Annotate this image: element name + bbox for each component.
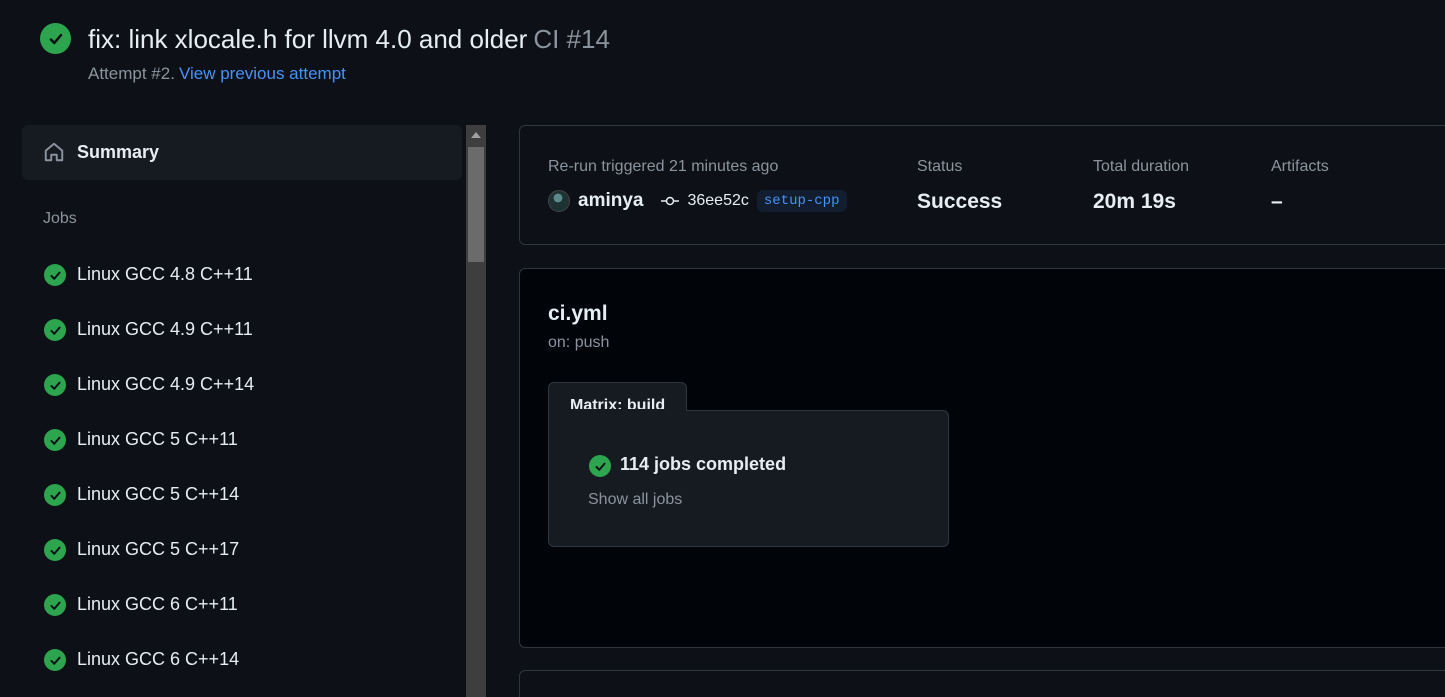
check-circle-icon [44, 264, 66, 286]
job-label: Linux GCC 4.9 C++14 [77, 374, 255, 394]
workflow-file-name[interactable]: ci.yml [548, 302, 608, 326]
jobs-heading: Jobs [43, 210, 77, 227]
check-circle-icon [44, 319, 66, 341]
job-item[interactable]: Linux GCC 5 C++17 [22, 527, 462, 571]
job-item[interactable]: Linux GCC 5 C++11 [22, 417, 462, 461]
sidebar: Summary Jobs Linux GCC 4.8 C++11 Linux G… [0, 125, 466, 697]
run-success-icon [40, 23, 71, 54]
job-item[interactable]: Linux GCC 6 C++14 [22, 637, 462, 681]
sidebar-scrollbar[interactable] [466, 125, 486, 697]
job-label: Linux GCC 4.9 C++11 [77, 319, 253, 339]
run-title: fix: link xlocale.h for llvm 4.0 and old… [88, 24, 528, 54]
check-circle-icon [44, 429, 66, 451]
status-label: Status [917, 158, 963, 175]
git-commit-icon [661, 195, 680, 207]
page-title: fix: link xlocale.h for llvm 4.0 and old… [88, 22, 610, 56]
jobs-completed-text: 114 jobs completed [620, 454, 787, 474]
duration-value: 20m 19s [1093, 190, 1176, 213]
duration-label: Total duration [1093, 158, 1190, 175]
job-item[interactable]: Linux GCC 4.8 C++11 [22, 252, 462, 296]
job-item[interactable]: Linux GCC 5 C++14 [22, 472, 462, 516]
check-circle-icon [44, 539, 66, 561]
job-label: Linux GCC 5 C++17 [77, 539, 240, 559]
job-label: Linux GCC 5 C++14 [77, 484, 240, 504]
workflow-run-number: CI #14 [533, 24, 610, 54]
job-label: Linux GCC 6 C++14 [77, 649, 240, 669]
scroll-up-arrow-icon[interactable] [466, 125, 486, 145]
sidebar-item-summary[interactable]: Summary [22, 125, 462, 180]
run-summary-card: Re-run triggered 21 minutes ago aminya 3… [519, 125, 1445, 245]
job-label: Linux GCC 4.8 C++11 [77, 264, 253, 284]
view-previous-attempt-link[interactable]: View previous attempt [179, 64, 346, 83]
next-card [519, 670, 1445, 697]
matrix-job-group[interactable]: 114 jobs completed Show all jobs [548, 409, 949, 547]
job-item[interactable]: Linux GCC 4.9 C++14 [22, 362, 462, 406]
actor-username[interactable]: aminya [578, 190, 643, 212]
check-circle-icon [44, 484, 66, 506]
avatar[interactable] [548, 190, 570, 212]
show-all-jobs-link[interactable]: Show all jobs [588, 491, 682, 509]
check-circle-icon [589, 455, 611, 477]
trigger-label: Re-run triggered 21 minutes ago [548, 158, 779, 175]
artifacts-value: – [1271, 190, 1283, 213]
job-item[interactable]: Linux GCC 6 C++11 [22, 582, 462, 626]
status-value: Success [917, 190, 1003, 213]
check-circle-icon [44, 594, 66, 616]
workflow-trigger: on: push [548, 334, 610, 351]
job-label: Linux GCC 6 C++11 [77, 594, 238, 614]
workflow-graph-card: ci.yml on: push Matrix: build 114 jobs c… [519, 268, 1445, 648]
sidebar-item-label: Summary [77, 142, 160, 162]
branch-badge[interactable]: setup-cpp [756, 190, 847, 212]
attempt-info: Attempt #2. View previous attempt [88, 63, 346, 85]
attempt-text: Attempt #2. [88, 64, 175, 83]
job-item[interactable]: Linux GCC 4.9 C++11 [22, 307, 462, 351]
home-icon [43, 141, 65, 168]
commit-sha-link[interactable]: 36ee52c [687, 192, 748, 210]
check-circle-icon [44, 649, 66, 671]
run-actor-row: aminya 36ee52c setup-cpp [548, 190, 847, 212]
artifacts-label: Artifacts [1271, 158, 1329, 175]
scrollbar-thumb[interactable] [468, 147, 484, 262]
check-circle-icon [44, 374, 66, 396]
job-label: Linux GCC 5 C++11 [77, 429, 238, 449]
